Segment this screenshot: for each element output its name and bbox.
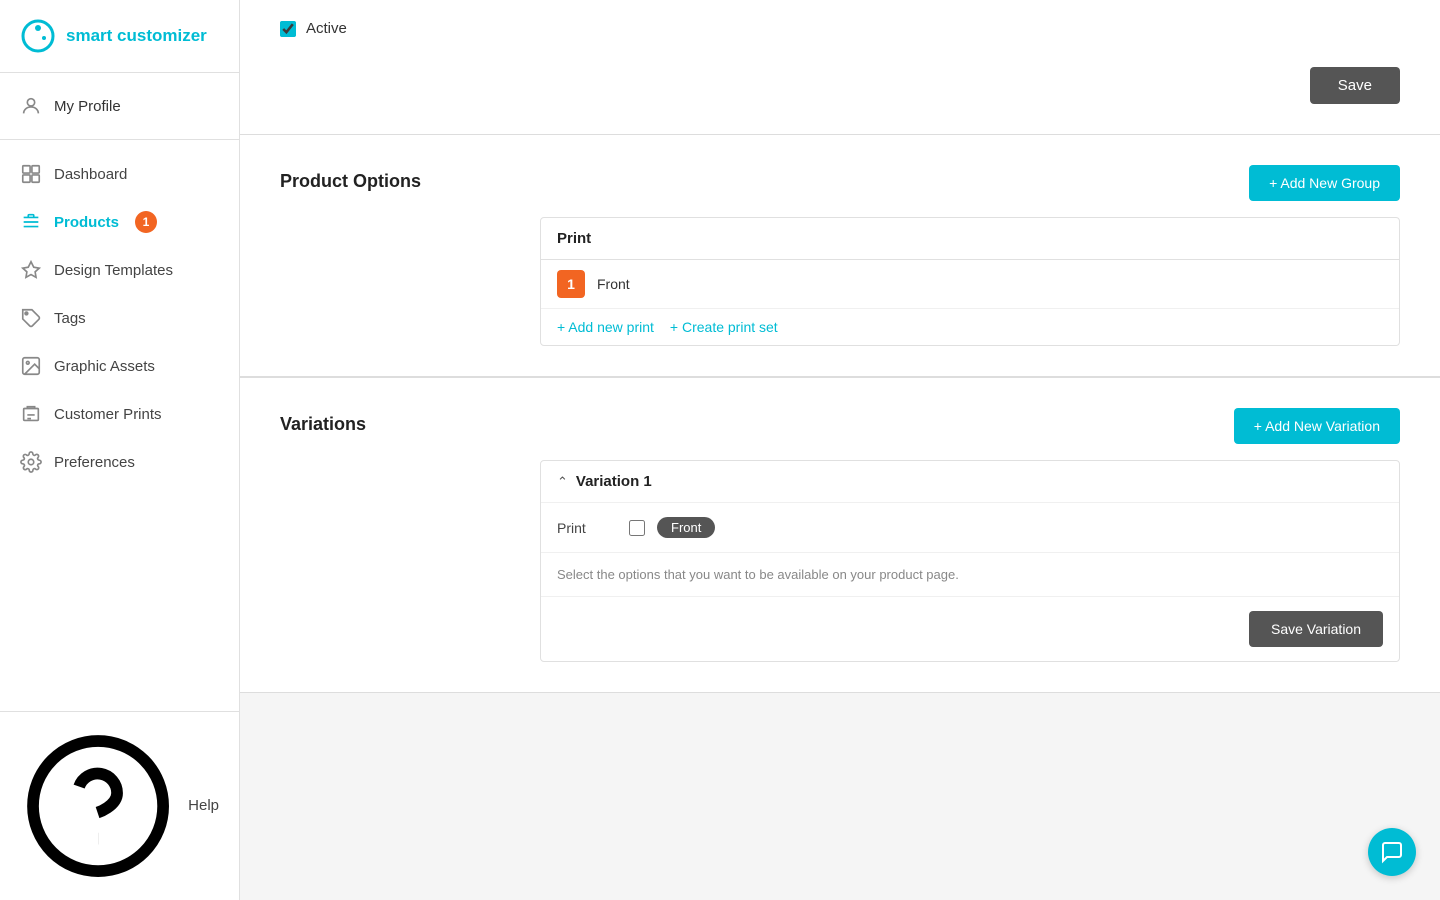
variations-header: + Add New Variation	[540, 408, 1400, 444]
add-new-variation-button[interactable]: + Add New Variation	[1234, 408, 1400, 444]
graphic-assets-icon	[20, 355, 42, 377]
sidebar-item-label-graphic-assets: Graphic Assets	[54, 358, 155, 375]
my-profile-item[interactable]: My Profile	[0, 73, 239, 140]
variation-hint: Select the options that you want to be a…	[541, 553, 1399, 597]
sidebar-item-help[interactable]: Help	[0, 711, 239, 900]
chevron-up-icon: ⌃	[557, 474, 568, 490]
sidebar-item-dashboard[interactable]: Dashboard	[0, 150, 239, 198]
print-actions: + Add new print + Create print set	[541, 309, 1399, 345]
main-content: Active Save Product Options + Add New Gr…	[240, 0, 1440, 900]
variation-option-label: Print	[557, 520, 617, 536]
sidebar: smart customizer My Profile Dashboard	[0, 0, 240, 900]
variation-name-1: Variation 1	[576, 473, 652, 490]
active-section: Active Save	[240, 0, 1440, 134]
chat-icon	[1380, 840, 1404, 864]
brand-name: smart customizer	[66, 26, 207, 46]
sidebar-item-label-design-templates: Design Templates	[54, 262, 173, 279]
sidebar-nav: Dashboard Products 1 Design Templates Ta…	[0, 140, 239, 711]
print-item-number: 1	[557, 270, 585, 298]
products-icon	[20, 211, 42, 233]
save-btn-row: Save	[240, 57, 1440, 134]
print-group: Print 1 Front + Add new print + Create p…	[540, 217, 1400, 346]
sidebar-item-label-tags: Tags	[54, 310, 86, 327]
create-print-set-link[interactable]: + Create print set	[670, 319, 778, 335]
sidebar-item-label-dashboard: Dashboard	[54, 166, 127, 183]
active-checkbox[interactable]	[280, 21, 296, 37]
add-new-group-button[interactable]: + Add New Group	[1249, 165, 1400, 201]
variation-card-1: ⌃ Variation 1 Print Front Select the opt…	[540, 460, 1400, 662]
add-new-group-label: + Add New Group	[1269, 175, 1380, 191]
help-icon	[20, 728, 176, 884]
variation-options-row: Print Front	[541, 503, 1399, 553]
logo-icon	[20, 18, 56, 54]
chat-fab-button[interactable]	[1368, 828, 1416, 876]
product-options-section: Product Options + Add New Group Print 1 …	[240, 135, 1440, 377]
variation-footer: Save Variation	[541, 597, 1399, 661]
sidebar-logo: smart customizer	[0, 0, 239, 73]
print-group-header: Print	[541, 218, 1399, 260]
save-button[interactable]: Save	[1310, 67, 1400, 104]
sidebar-item-preferences[interactable]: Preferences	[0, 438, 239, 486]
print-item-row: 1 Front	[541, 260, 1399, 309]
tags-icon	[20, 307, 42, 329]
design-templates-icon	[20, 259, 42, 281]
active-row: Active	[240, 0, 1440, 57]
variation-print-checkbox[interactable]	[629, 520, 645, 536]
save-variation-button[interactable]: Save Variation	[1249, 611, 1383, 647]
sidebar-item-label-products: Products	[54, 214, 119, 231]
sidebar-item-label-customer-prints: Customer Prints	[54, 406, 162, 423]
product-options-label: Product Options	[280, 165, 500, 192]
sidebar-item-design-templates[interactable]: Design Templates	[0, 246, 239, 294]
sidebar-item-label-preferences: Preferences	[54, 454, 135, 471]
add-new-variation-label: + Add New Variation	[1254, 418, 1380, 434]
variations-label: Variations	[280, 408, 500, 435]
sidebar-item-products[interactable]: Products 1	[0, 198, 239, 246]
variations-section: Variations + Add New Variation ⌃ Variati…	[240, 378, 1440, 693]
variation-card-header-1[interactable]: ⌃ Variation 1	[541, 461, 1399, 503]
product-options-panel: + Add New Group Print 1 Front + Add new …	[540, 165, 1400, 346]
variations-panel: + Add New Variation ⌃ Variation 1 Print …	[540, 408, 1400, 662]
active-label: Active	[306, 20, 347, 37]
products-badge: 1	[135, 211, 157, 233]
profile-label: My Profile	[54, 98, 121, 115]
print-group-name: Print	[557, 230, 591, 247]
sidebar-item-customer-prints[interactable]: Customer Prints	[0, 390, 239, 438]
help-label: Help	[188, 797, 219, 814]
dashboard-icon	[20, 163, 42, 185]
product-options-header: + Add New Group	[540, 165, 1400, 201]
variation-tag-front: Front	[657, 517, 715, 538]
print-item-name: Front	[597, 276, 1383, 292]
customer-prints-icon	[20, 403, 42, 425]
sidebar-item-tags[interactable]: Tags	[0, 294, 239, 342]
profile-icon	[20, 95, 42, 117]
sidebar-item-graphic-assets[interactable]: Graphic Assets	[0, 342, 239, 390]
add-new-print-link[interactable]: + Add new print	[557, 319, 654, 335]
preferences-icon	[20, 451, 42, 473]
